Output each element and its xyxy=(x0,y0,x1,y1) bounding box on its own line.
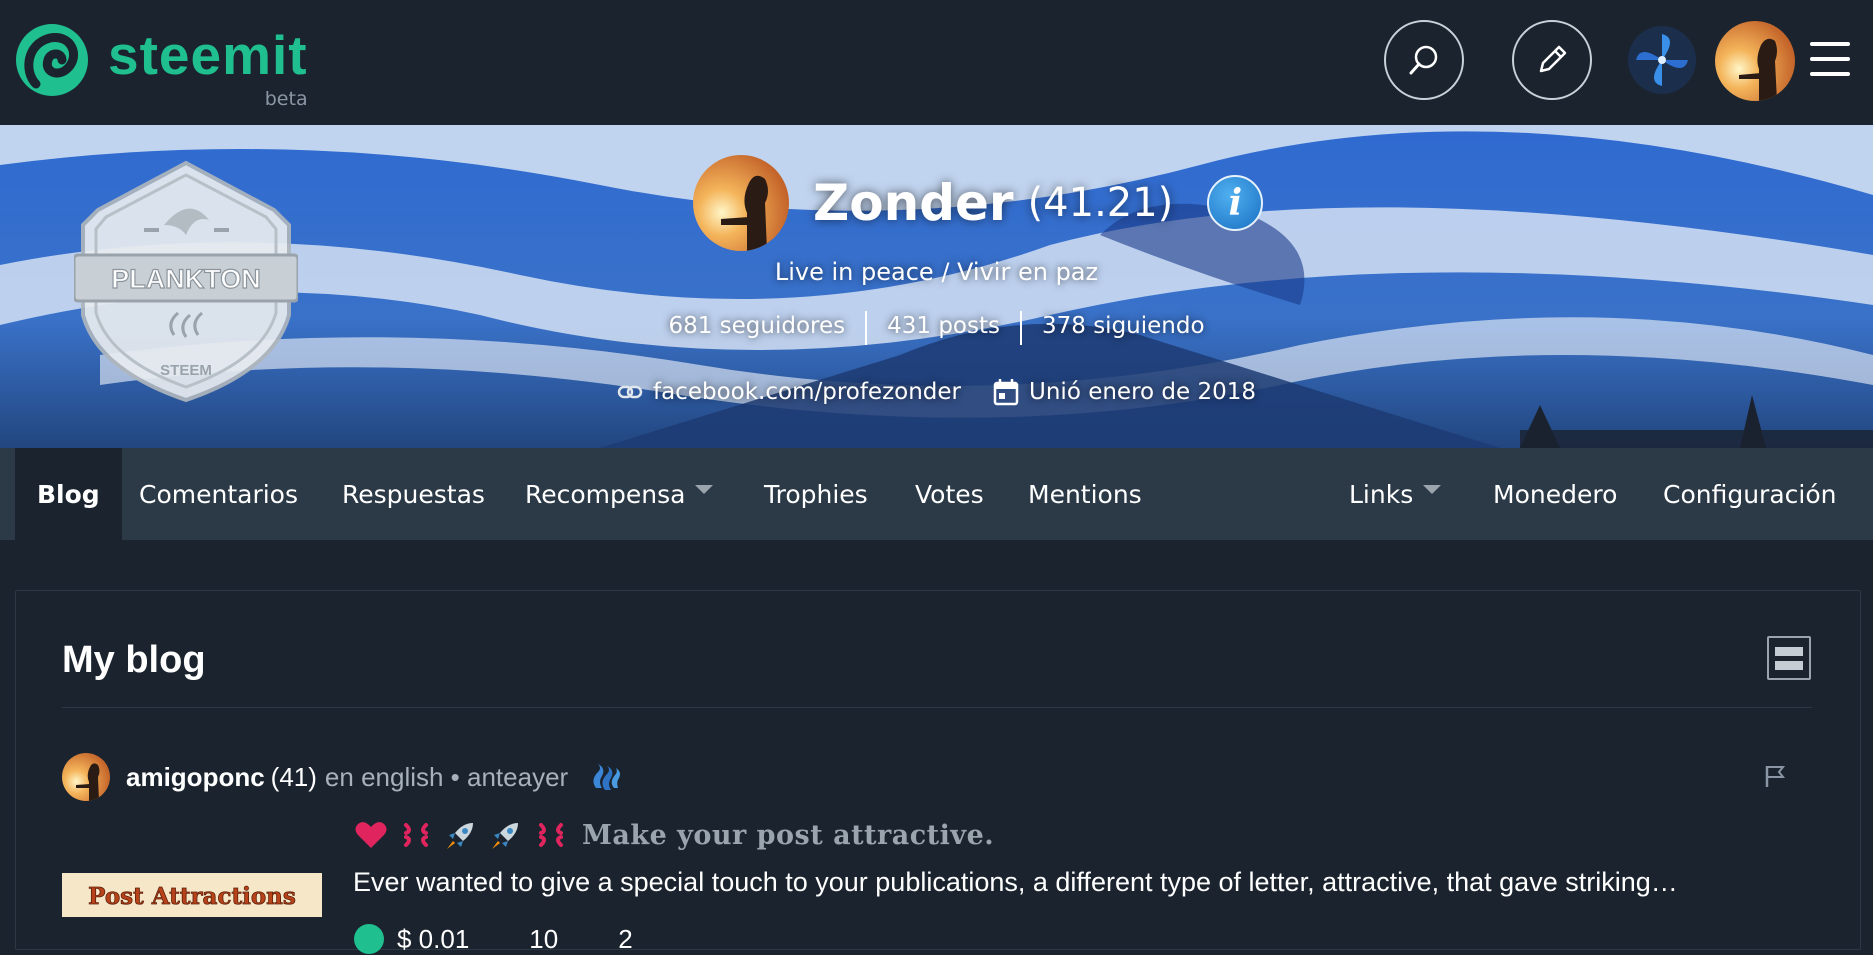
tab-replies[interactable]: Respuestas xyxy=(320,448,507,540)
tab-wallet[interactable]: Monedero xyxy=(1471,448,1639,540)
anger-icon xyxy=(539,823,563,847)
post-author[interactable]: amigoponc xyxy=(126,762,265,793)
profile-stats: 681 seguidores 431 posts 378 siguiendo xyxy=(0,311,1873,345)
tab-settings[interactable]: Configuración xyxy=(1641,448,1859,540)
tab-mentions[interactable]: Mentions xyxy=(1006,448,1164,540)
profile-reputation: (41.21) xyxy=(1027,180,1174,226)
following-count[interactable]: 378 siguiendo xyxy=(1022,313,1225,345)
info-icon[interactable]: i xyxy=(1207,175,1264,231)
tab-comments[interactable]: Comentarios xyxy=(117,448,320,540)
website-link[interactable]: facebook.com/profezonder xyxy=(653,379,961,405)
post-description[interactable]: Ever wanted to give a special touch to y… xyxy=(353,867,1823,898)
tab-rewards[interactable]: Recompensa xyxy=(503,448,735,540)
chevron-down-icon xyxy=(695,484,714,494)
profile-joined: Unió enero de 2018 xyxy=(993,378,1256,406)
post-author-reputation: (41) xyxy=(270,761,317,792)
calendar-icon xyxy=(993,379,1019,406)
rocket-icon xyxy=(492,823,518,849)
post-header: amigoponc (41) en english • anteayer xyxy=(62,753,622,801)
steemit-logo-icon xyxy=(16,24,88,96)
new-post-button[interactable] xyxy=(1512,20,1592,100)
profile-tabs: Blog Comentarios Respuestas Recompensa T… xyxy=(0,448,1873,540)
post-avatar-image xyxy=(62,753,110,801)
upvote-icon[interactable] xyxy=(353,923,385,955)
steemit-logo[interactable]: steemit beta xyxy=(14,22,308,111)
anger-icon xyxy=(404,823,428,847)
steem-icon xyxy=(593,764,621,790)
profile-website[interactable]: facebook.com/profezonder xyxy=(617,379,961,405)
profile-avatar[interactable] xyxy=(693,155,789,251)
profile-name: Zonder xyxy=(813,174,1014,232)
post-payout[interactable]: $ 0.01 xyxy=(397,924,469,955)
chevron-down-icon xyxy=(1423,484,1442,494)
profile-header: Zonder (41.21) i xyxy=(693,155,1264,251)
page-title: My blog xyxy=(62,639,206,681)
profile-avatar-image xyxy=(693,155,789,251)
followers-count[interactable]: 681 seguidores xyxy=(648,313,865,345)
post-thumbnail-image: Post Attractions xyxy=(62,873,322,917)
tab-links-label: Links xyxy=(1349,479,1414,509)
post-title[interactable]: Make your post attractive. xyxy=(353,817,994,853)
tab-trophies[interactable]: Trophies xyxy=(742,448,890,540)
brand-name: steemit xyxy=(108,24,308,86)
post-footer: $ 0.01 10 2 xyxy=(353,923,633,955)
avatar-image xyxy=(1715,21,1795,101)
avatar[interactable] xyxy=(62,753,110,801)
svg-text:STEEM: STEEM xyxy=(160,362,212,379)
blog-card: My blog amigoponc (41) en english • ante… xyxy=(15,590,1861,954)
svg-text:Post Attractions: Post Attractions xyxy=(88,883,296,910)
tab-rewards-label: Recompensa xyxy=(525,479,686,509)
heart-icon xyxy=(355,822,387,848)
pinwheel-icon[interactable] xyxy=(1628,26,1696,94)
tab-links[interactable]: Links xyxy=(1327,448,1463,540)
logo-text: steemit beta xyxy=(108,24,308,111)
post-title-text[interactable]: Make your post attractive. xyxy=(582,820,994,851)
layout-toggle-button[interactable] xyxy=(1767,636,1811,680)
post-thumbnail[interactable]: Post Attractions xyxy=(62,873,322,917)
avatar[interactable] xyxy=(1715,21,1795,101)
pencil-icon xyxy=(1539,45,1567,73)
link-icon xyxy=(617,385,643,399)
pinwheel-graphic xyxy=(1636,34,1688,86)
tab-blog[interactable]: Blog xyxy=(15,448,122,540)
profile-about: Live in peace / Vivir en paz xyxy=(774,258,1099,286)
search-button[interactable] xyxy=(1384,20,1464,100)
brand-beta: beta xyxy=(264,88,308,110)
hamburger-icon[interactable] xyxy=(1810,42,1850,76)
post-votes[interactable]: 10 xyxy=(529,924,558,955)
search-icon xyxy=(1409,45,1438,75)
joined-date: Unió enero de 2018 xyxy=(1029,379,1257,405)
post-category-time[interactable]: en english • anteayer xyxy=(325,762,568,793)
tab-votes[interactable]: Votes xyxy=(893,448,1006,540)
profile-meta: facebook.com/profezonder Unió enero de 2… xyxy=(0,378,1873,406)
top-navbar: steemit beta xyxy=(0,0,1873,125)
post-comments[interactable]: 2 xyxy=(618,924,632,955)
posts-count: 431 posts xyxy=(887,313,1000,339)
rocket-icon xyxy=(447,823,473,849)
divider xyxy=(62,707,1812,708)
flag-icon[interactable] xyxy=(1764,763,1786,789)
